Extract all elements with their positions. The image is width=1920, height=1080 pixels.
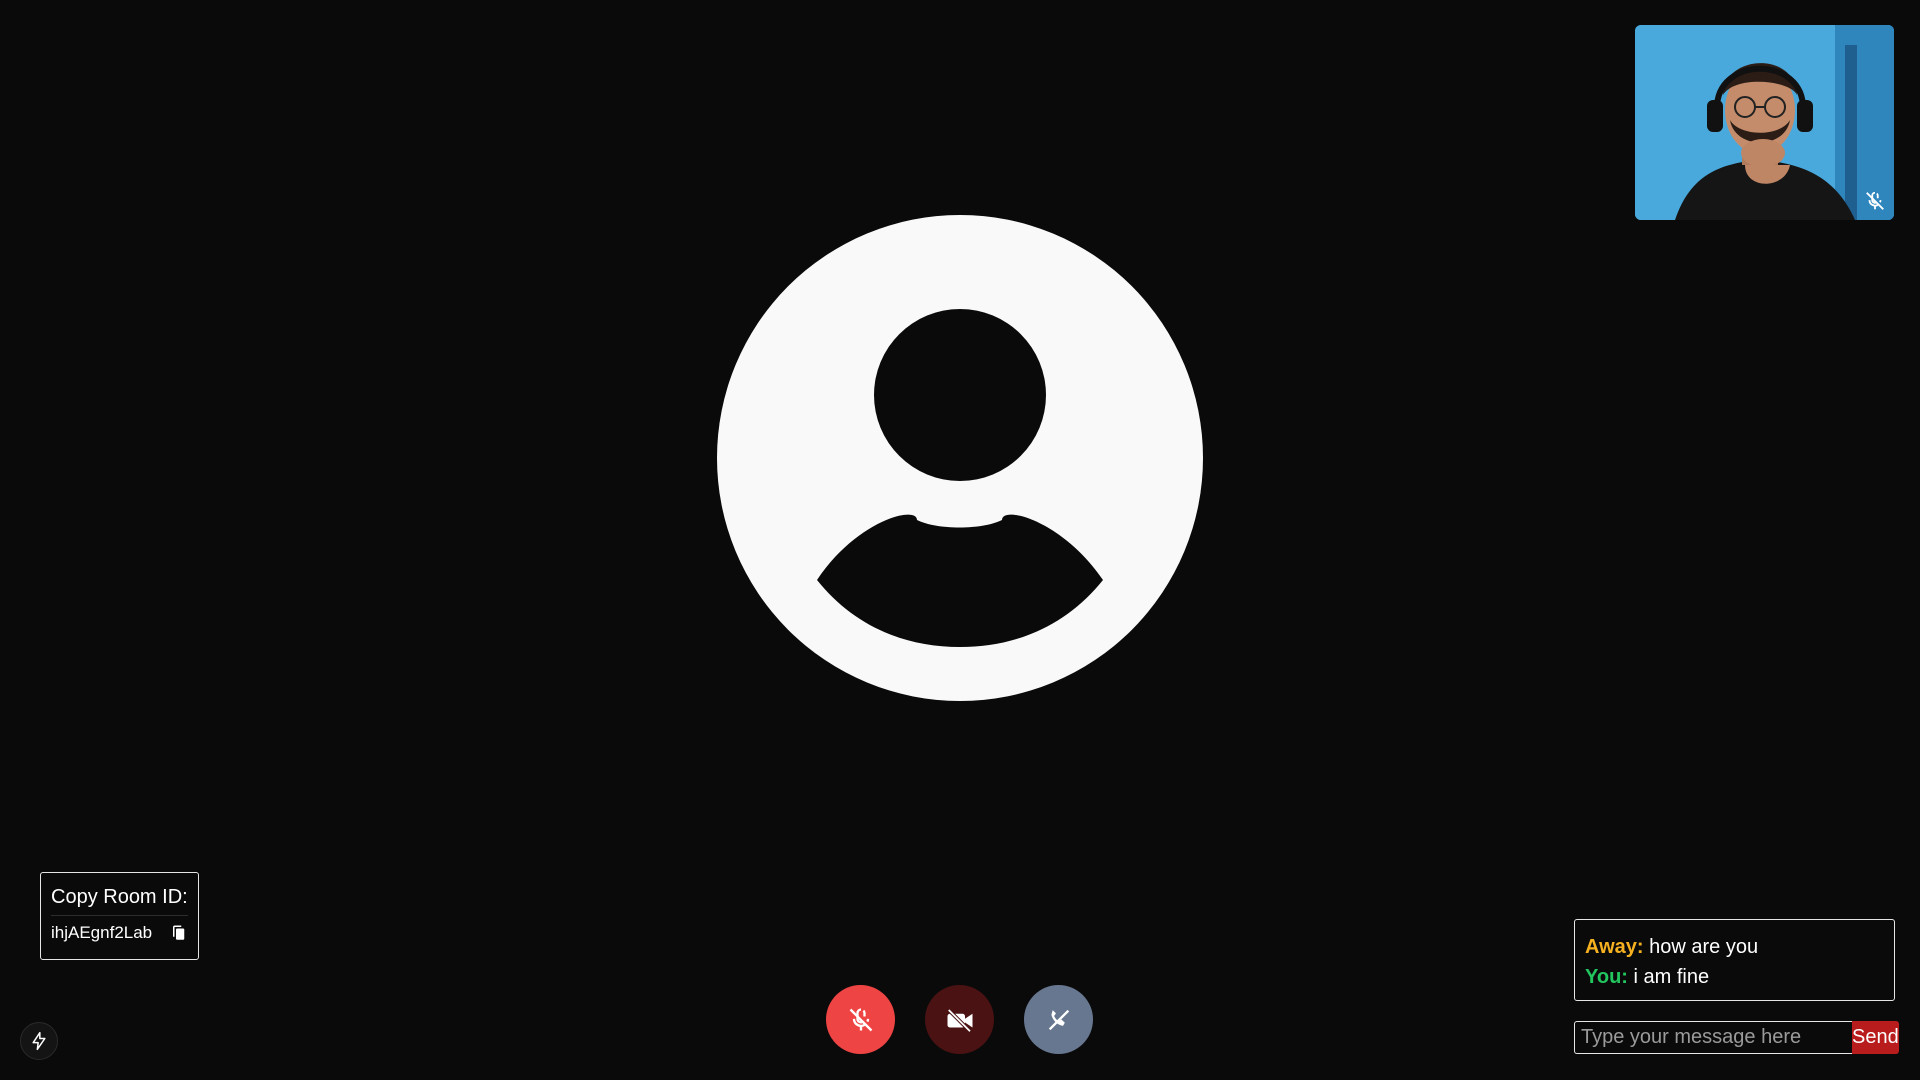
- chat-message: Away: how are you: [1585, 932, 1884, 962]
- self-video-image: [1635, 25, 1894, 220]
- camera-toggle-button[interactable]: [925, 985, 994, 1054]
- self-video-preview[interactable]: [1635, 25, 1894, 220]
- chat-sender: You:: [1585, 966, 1628, 988]
- chat-message-input[interactable]: [1574, 1021, 1852, 1054]
- room-id-value: ihjAEgnf2Lab: [51, 923, 153, 942]
- user-placeholder-icon: [717, 215, 1203, 701]
- chat-text: how are you: [1649, 936, 1759, 958]
- send-button[interactable]: Send: [1852, 1021, 1899, 1054]
- call-controls: [826, 985, 1093, 1054]
- room-id-title: Copy Room ID:: [51, 886, 188, 908]
- chat-messages: Away: how are you You: i am fine: [1574, 919, 1895, 1001]
- room-id-panel: Copy Room ID: ihjAEgnf2Lab: [40, 872, 199, 960]
- divider: [51, 915, 188, 916]
- video-off-icon: [946, 1008, 972, 1033]
- mic-off-icon: [1866, 191, 1884, 210]
- chat-input-row: Send: [1574, 1021, 1899, 1054]
- chat-text: i am fine: [1633, 966, 1710, 988]
- phone-off-icon: [1048, 1009, 1069, 1030]
- end-call-button[interactable]: [1024, 985, 1093, 1054]
- video-call-screen: Copy Room ID: ihjAEgnf2Lab Away: how are…: [0, 0, 1920, 1080]
- lightning-icon: [32, 1031, 46, 1051]
- room-id-row: ihjAEgnf2Lab: [51, 923, 188, 943]
- mic-toggle-button[interactable]: [826, 985, 895, 1054]
- lightning-button[interactable]: [20, 1022, 58, 1060]
- chat-message: You: i am fine: [1585, 962, 1884, 992]
- copy-icon[interactable]: [170, 924, 188, 942]
- chat-sender: Away:: [1585, 936, 1644, 958]
- mic-off-icon: [849, 1007, 872, 1031]
